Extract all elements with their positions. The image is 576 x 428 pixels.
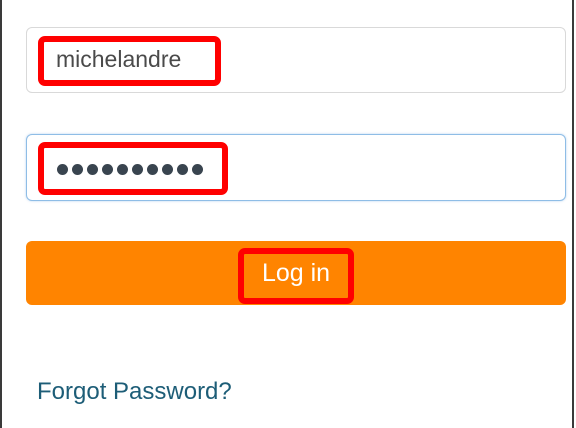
login-highlight-box <box>238 248 354 304</box>
password-highlight-box <box>38 142 228 195</box>
username-highlight-box <box>38 36 221 86</box>
forgot-password-link[interactable]: Forgot Password? <box>37 376 232 408</box>
login-panel: michelandre Log in Forgot Password? <box>0 0 574 428</box>
